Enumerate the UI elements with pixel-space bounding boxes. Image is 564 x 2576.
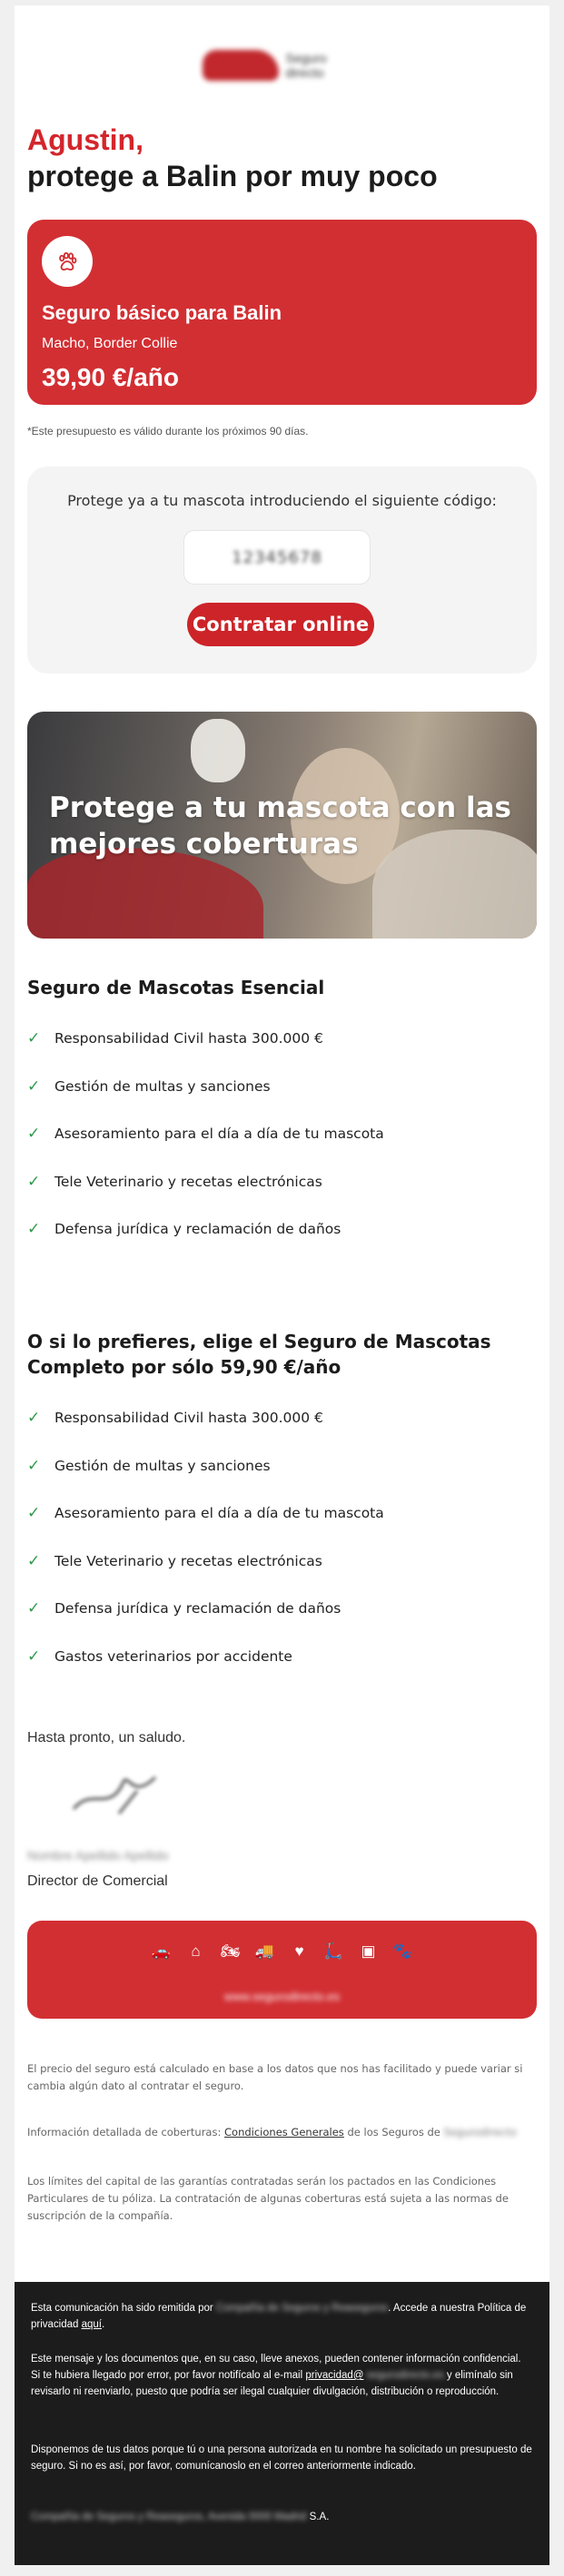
limits-note: Los límites del capital de las garantías… [27,2175,509,2222]
benefit-item: ✓ Defensa jurídica y reclamación de daños [27,1205,536,1254]
benefit-item: ✓ Responsabilidad Civil hasta 300.000 € [27,1394,536,1442]
hero-banner[interactable]: Protege a tu mascota con las mejores cob… [27,712,537,939]
greeting-subtitle: protege a Balin por muy poco [27,160,438,192]
product-icons: 🚗 ⌂ 🏍 🚚 ♥ 🛴 ▣ 🐾 [27,1941,537,1962]
benefit-text: Tele Veterinario y recetas electrónicas [54,1552,322,1569]
plan-complete-title: O si lo prefieres, elige el Seguro de Ma… [27,1331,491,1378]
contract-online-button[interactable]: Contratar online [187,603,374,646]
signer-role: Director de Comercial [27,1873,168,1889]
check-icon: ✓ [27,1551,41,1569]
signature-image [72,1775,157,1814]
check-icon: ✓ [27,1647,41,1665]
coverage-prefix: Información detallada de coberturas: [27,2126,222,2138]
scooter-icon[interactable]: 🛴 [323,1941,345,1962]
check-icon: ✓ [27,1409,41,1427]
check-icon: ✓ [27,1599,41,1617]
check-icon: ✓ [27,1456,41,1474]
website-link[interactable]: www.segurodirecto.es [27,1990,537,2003]
check-icon: ✓ [27,1172,41,1190]
shop-icon[interactable]: ▣ [358,1941,380,1962]
paw-icon[interactable]: 🐾 [392,1941,414,1962]
benefit-item: ✓ Gastos veterinarios por accidente [27,1633,536,1681]
privacy-email-link[interactable]: privacidad@ [305,2370,363,2381]
motorbike-icon[interactable]: 🏍 [220,1941,242,1962]
benefit-item: ✓ Defensa jurídica y reclamación de daños [27,1585,536,1633]
benefit-item: ✓ Asesoramiento para el día a día de tu m… [27,1110,536,1158]
code-label: Protege ya a tu mascota introduciendo el… [67,492,497,509]
check-icon: ✓ [27,1504,41,1522]
benefit-text: Defensa jurídica y reclamación de daños [54,1221,341,1238]
benefit-item: ✓ Tele Veterinario y recetas electrónicas [27,1158,536,1206]
benefit-item: ✓ Responsabilidad Civil hasta 300.000 € [27,1015,536,1063]
greeting-name: Agustin, [27,123,143,156]
check-icon: ✓ [27,1077,41,1095]
plan-complete-benefits: ✓ Responsabilidad Civil hasta 300.000 € ✓… [27,1394,536,1680]
benefit-item: ✓ Gestión de multas y sanciones [27,1442,536,1490]
farewell-text: Hasta pronto, un saludo. [27,1730,186,1745]
footer-sender-name: Compañía de Seguros y Reaseguros [215,2303,389,2314]
email-container: Seguro directo Agustin, protege a Balin … [15,5,549,2565]
footer-sender: Esta comunicación ha sido remitida por C… [31,2303,527,2330]
general-conditions-link[interactable]: Condiciones Generales [224,2126,344,2138]
logo-text: Seguro directo [285,51,327,80]
code-box: Protege ya a tu mascota introduciendo el… [27,467,537,673]
car-icon[interactable]: 🚗 [151,1941,173,1962]
quote-card: Seguro básico para Balin Macho, Border C… [27,220,537,405]
promo-code: 12345678 [183,530,371,585]
footer-data-origin: Disponemos de tus datos porque tú o una … [31,2444,532,2472]
heart-icon[interactable]: ♥ [289,1941,311,1962]
coverage-note: Información detallada de coberturas: Con… [27,2124,540,2141]
benefit-text: Tele Veterinario y recetas electrónicas [54,1173,322,1190]
logo-mark [203,50,279,81]
home-icon[interactable]: ⌂ [185,1941,207,1962]
benefit-item: ✓ Asesoramiento para el día a día de tu m… [27,1490,536,1538]
privacy-policy-link[interactable]: aquí [82,2319,102,2330]
footer-company-suffix: S.A. [309,2512,330,2522]
benefit-text: Responsabilidad Civil hasta 300.000 € [54,1410,323,1427]
promo-code-value: 12345678 [232,547,322,567]
coverage-brand: Segurodirecto [443,2126,517,2138]
check-icon: ✓ [27,1220,41,1238]
benefit-text: Gestión de multas y sanciones [54,1457,271,1474]
greeting: Agustin, protege a Balin por muy poco [27,122,536,194]
van-icon[interactable]: 🚚 [254,1941,276,1962]
benefit-text: Asesoramiento para el día a día de tu ma… [54,1126,384,1143]
benefit-item: ✓ Gestión de multas y sanciones [27,1063,536,1111]
quote-title: Seguro básico para Balin [42,301,282,324]
pricing-note: El precio del seguro está calculado en b… [27,2062,523,2092]
brand-logo[interactable]: Seguro directo [203,42,362,89]
benefit-text: Gestión de multas y sanciones [54,1077,271,1095]
benefit-text: Gastos veterinarios por accidente [54,1647,292,1665]
coverage-suffix: de los Seguros de [347,2126,440,2138]
pet-details: Macho, Border Collie [42,336,178,351]
privacy-email-domain: segurodirecto.es [366,2370,444,2381]
hero-image-cat [191,719,245,782]
check-icon: ✓ [27,1029,41,1047]
footer-company-name: Compañía de Seguros y Reaseguros, Avenid… [31,2512,307,2522]
benefit-text: Defensa jurídica y reclamación de daños [54,1600,341,1617]
signer-name: Nombre Apellido Apellido [27,1848,169,1863]
benefit-text: Responsabilidad Civil hasta 300.000 € [54,1030,323,1047]
hero-headline: Protege a tu mascota con las mejores cob… [49,791,511,860]
validity-note: *Este presupuesto es válido durante los … [27,425,309,438]
paw-icon-svg [59,251,77,270]
benefit-item: ✓ Tele Veterinario y recetas electrónicas [27,1538,536,1586]
plan-essential-benefits: ✓ Responsabilidad Civil hasta 300.000 € ✓… [27,1015,536,1254]
benefit-text: Asesoramiento para el día a día de tu ma… [54,1505,384,1522]
plan-essential-title: Seguro de Mascotas Esencial [27,977,325,998]
footer-confidential: Este mensaje y los documentos que, en su… [31,2351,532,2400]
quote-price: 39,90 €/año [42,363,179,391]
footer-company: Compañía de Seguros y Reaseguros, Avenid… [31,2509,532,2525]
check-icon: ✓ [27,1125,41,1143]
legal-footer: Esta comunicación ha sido remitida por C… [15,2282,549,2565]
products-bar: 🚗 ⌂ 🏍 🚚 ♥ 🛴 ▣ 🐾 www.segurodirecto.es [27,1921,537,2019]
footer-sender-prefix: Esta comunicación ha sido remitida por [31,2303,213,2314]
paw-icon [42,236,93,287]
